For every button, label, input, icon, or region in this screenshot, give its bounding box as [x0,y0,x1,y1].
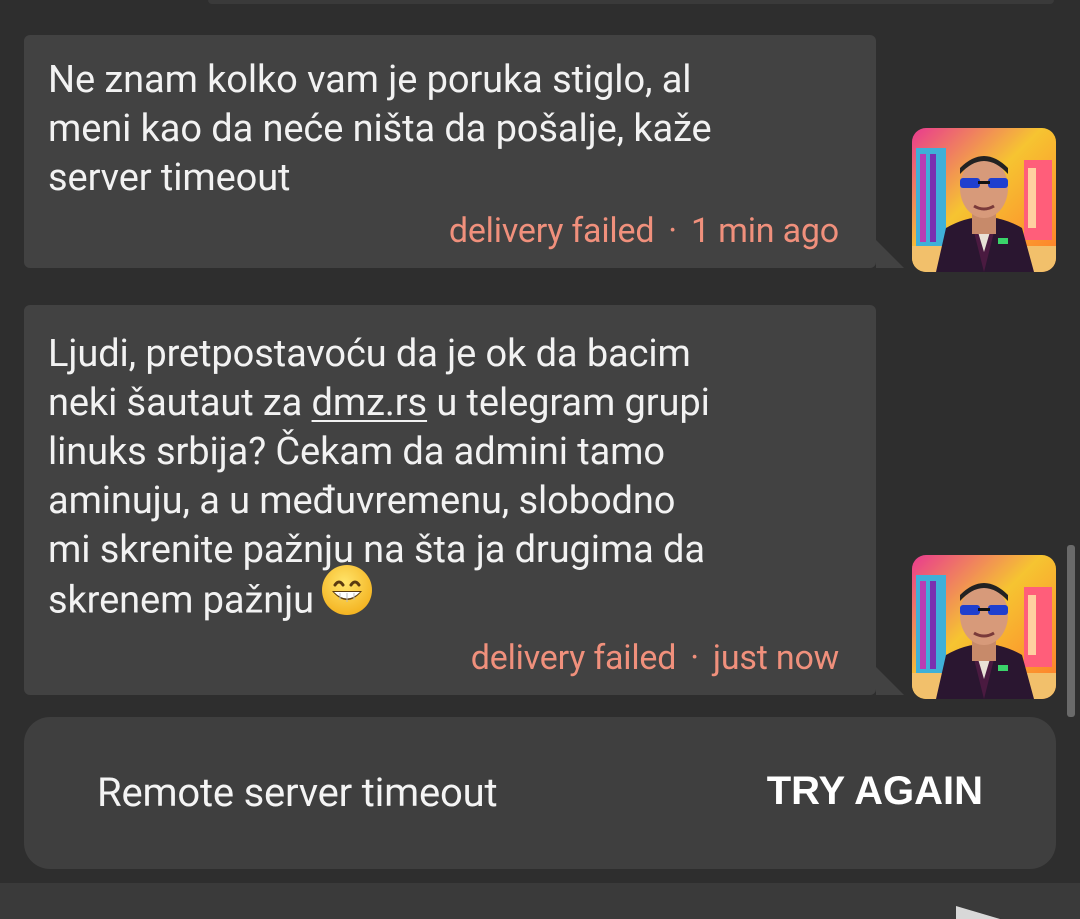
message-link[interactable]: dmz.rs [312,381,428,425]
previous-message-edge [208,0,1054,4]
try-again-button[interactable]: TRY AGAIN [767,769,983,814]
message-composer[interactable] [0,883,1080,919]
avatar[interactable] [912,555,1056,699]
message-timestamp: 1 min ago [690,211,839,251]
send-icon[interactable] [956,906,1000,919]
message-timestamp: just now [712,638,839,678]
message-meta: delivery failed · 1 min ago [449,211,839,251]
meta-separator: · [690,638,699,678]
message-bubble[interactable]: Ne znam kolko vam je poruka stiglo, al m… [24,35,904,268]
grinning-face-emoji-icon [320,563,374,630]
delivery-status: delivery failed [470,638,677,678]
error-snackbar: Remote server timeout TRY AGAIN [24,717,1056,869]
message-meta: delivery failed · just now [471,638,839,678]
avatar[interactable] [912,128,1056,272]
bubble-tail [876,667,904,695]
meta-separator: · [668,211,677,251]
message-text: Ne znam kolko vam je poruka stiglo, al m… [48,58,712,200]
message-text: Ljudi, pretpostavoću da je ok da bacim n… [48,305,846,630]
bubble-tail [876,240,904,268]
delivery-status: delivery failed [448,211,655,251]
message-bubble[interactable]: Ljudi, pretpostavoću da je ok da bacim n… [24,305,904,695]
snackbar-message: Remote server timeout [97,769,498,816]
scrollbar[interactable] [1067,545,1075,717]
